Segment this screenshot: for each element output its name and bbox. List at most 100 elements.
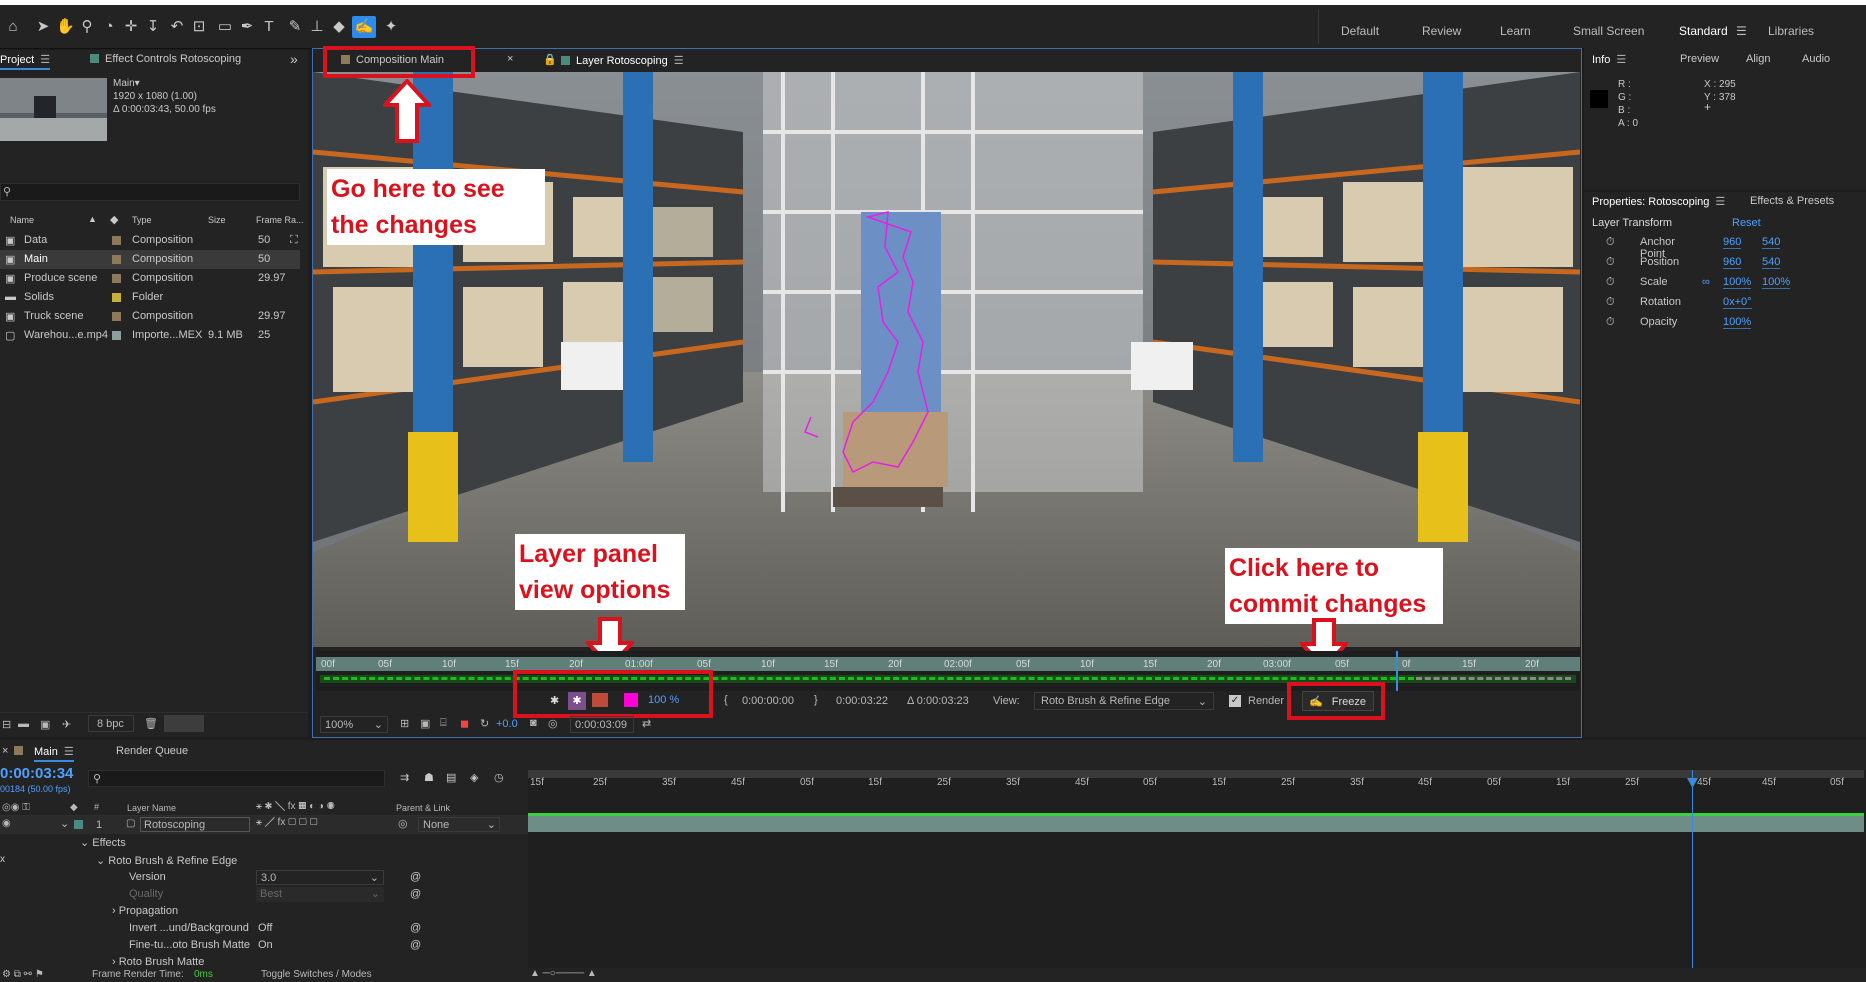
project-item[interactable]: ▣ Truck scene Composition 29.97 bbox=[0, 307, 300, 326]
workspace-standard[interactable]: Standard bbox=[1679, 24, 1728, 38]
prop-value-x[interactable]: 960 bbox=[1723, 236, 1742, 249]
layer-time-ruler[interactable] bbox=[316, 651, 1580, 691]
layer-row[interactable]: ◉ ⌄ 1 ▢ Rotoscoping ⚹ ╱ fx ▢ ▢ ▢ ◎ None ⌄ bbox=[0, 816, 528, 834]
footer-icons[interactable]: ⚙ ⧉ ⚯ ⚑ bbox=[2, 969, 44, 980]
pan-camera-icon[interactable]: ✛ bbox=[122, 18, 140, 36]
panel-overflow-icon[interactable]: » bbox=[290, 51, 298, 67]
bpc-button[interactable]: 8 bpc bbox=[88, 715, 134, 732]
work-area-bar[interactable] bbox=[528, 770, 1864, 778]
comp-mini-flowchart-icon[interactable]: ⇉ bbox=[400, 771, 409, 784]
effects-group[interactable]: ⌄ Effects bbox=[80, 836, 126, 849]
roto-brush-effect[interactable]: ⌄ Roto Brush & Refine Edge bbox=[96, 854, 237, 867]
visibility-icon[interactable]: ◉ bbox=[2, 818, 11, 829]
home-icon[interactable]: ⌂ bbox=[4, 18, 22, 36]
project-item[interactable]: ▣ Data Composition 50 ⛶ bbox=[0, 231, 300, 250]
layer-duration-bar[interactable] bbox=[528, 816, 1864, 832]
prop-value-x[interactable]: 100% bbox=[1723, 276, 1752, 289]
clone-stamp-icon[interactable]: ⊥ bbox=[308, 18, 326, 36]
timecode-display[interactable]: 0:00:03:34 bbox=[0, 765, 73, 782]
reset-exposure-icon[interactable]: ↻ bbox=[480, 717, 489, 730]
col-parent[interactable]: Parent & Link bbox=[396, 803, 450, 813]
show-snapshot-icon[interactable]: ◎ bbox=[548, 717, 558, 730]
col-size[interactable]: Size bbox=[208, 215, 226, 225]
magnification-dropdown[interactable]: 100% ⌄ bbox=[320, 716, 388, 733]
reset-link[interactable]: Reset bbox=[1732, 217, 1761, 229]
layer-label-swatch[interactable] bbox=[74, 820, 83, 829]
view-dropdown[interactable]: Roto Brush & Refine Edge ⌄ bbox=[1034, 692, 1214, 710]
flowchart-icon[interactable]: ⛶ bbox=[290, 234, 298, 247]
workspace-default[interactable]: Default bbox=[1341, 24, 1379, 38]
prop-invert-value[interactable]: Off bbox=[258, 922, 272, 934]
prop-value-y[interactable]: 540 bbox=[1762, 256, 1781, 269]
prop-value-y[interactable]: 540 bbox=[1762, 236, 1781, 249]
orbit-camera-icon[interactable]: ◔ bbox=[100, 18, 118, 36]
frame-blending-icon[interactable]: ◈ bbox=[470, 771, 478, 784]
current-time-indicator[interactable] bbox=[1396, 651, 1398, 691]
tab-info[interactable]: Info ☰ bbox=[1592, 53, 1626, 66]
sync-icon[interactable]: ⇄ bbox=[642, 717, 651, 730]
timeline-track-area[interactable] bbox=[528, 770, 1866, 968]
tab-properties[interactable]: Properties: Rotoscoping ☰ bbox=[1592, 195, 1725, 208]
roto-brush-matte-group[interactable]: › Roto Brush Matte bbox=[112, 956, 204, 968]
shy-layers-icon[interactable]: ▤ bbox=[446, 771, 456, 784]
expression-icon[interactable]: @ bbox=[410, 939, 421, 951]
col-frame-rate[interactable]: Frame Ra... bbox=[256, 215, 304, 225]
project-item[interactable]: ▣ Produce scene Composition 29.97 bbox=[0, 269, 300, 288]
pickwhip-icon[interactable]: ◎ bbox=[398, 817, 408, 830]
lock-icon[interactable]: 🔒 bbox=[543, 53, 557, 66]
adjust-icon[interactable]: ✈ bbox=[62, 718, 71, 731]
in-bracket-icon[interactable]: { bbox=[724, 694, 728, 706]
interpret-footage-icon[interactable]: ⊟ bbox=[2, 718, 11, 731]
grid-icon[interactable]: ▣ bbox=[420, 717, 430, 730]
project-search-input[interactable]: ⚲ bbox=[0, 183, 300, 201]
time-in[interactable]: 0:00:00:00 bbox=[742, 695, 794, 707]
selection-tool-icon[interactable]: ➤ bbox=[34, 18, 52, 36]
color-swatch-button[interactable] bbox=[164, 715, 204, 732]
out-bracket-icon[interactable]: } bbox=[814, 694, 818, 706]
col-layer-name[interactable]: Layer Name bbox=[127, 803, 176, 813]
rectangle-tool-icon[interactable]: ▭ bbox=[216, 18, 234, 36]
stopwatch-icon[interactable]: ⏱ bbox=[1606, 296, 1615, 309]
zoom-slider[interactable]: ▲ ─○──── ▲ bbox=[530, 968, 597, 979]
zoom-tool-icon[interactable]: ⚲ bbox=[78, 18, 96, 36]
comp-name[interactable]: Main▾ bbox=[113, 78, 140, 89]
prop-fine-tune-value[interactable]: On bbox=[258, 939, 273, 951]
prop-value[interactable]: 100% bbox=[1723, 316, 1752, 329]
new-comp-icon[interactable]: ▣ bbox=[40, 718, 50, 731]
project-item[interactable]: ▢ Warehou...e.mp4 Importe...MEX 9.1 MB 2… bbox=[0, 326, 300, 345]
time-out[interactable]: 0:00:03:22 bbox=[836, 695, 888, 707]
mask-icon[interactable]: ⌸ bbox=[440, 717, 447, 730]
expression-icon[interactable]: @ bbox=[410, 888, 421, 900]
project-item[interactable]: ▣ Main Composition 50 bbox=[0, 250, 300, 269]
tab-render-queue[interactable]: Render Queue bbox=[116, 745, 188, 757]
expression-icon[interactable]: @ bbox=[410, 922, 421, 934]
pan-behind-icon[interactable]: ⊡ bbox=[190, 18, 208, 36]
new-folder-icon[interactable]: ▬ bbox=[18, 718, 29, 730]
close-tab-icon[interactable]: × bbox=[507, 53, 513, 65]
workspace-libraries[interactable]: Libraries bbox=[1768, 24, 1814, 38]
trash-icon[interactable]: 🗑 bbox=[144, 717, 158, 730]
dolly-camera-icon[interactable]: ↧ bbox=[144, 18, 162, 36]
workspace-menu-icon[interactable]: ☰ bbox=[1736, 24, 1747, 38]
constrain-link-icon[interactable]: ∞ bbox=[1702, 276, 1710, 288]
type-tool-icon[interactable]: T bbox=[260, 18, 278, 36]
switches-row[interactable]: ⚹ ╱ fx ▢ ▢ ▢ bbox=[256, 817, 318, 828]
tab-effects-presets[interactable]: Effects & Presets bbox=[1750, 195, 1834, 207]
puppet-pin-icon[interactable]: ✦ bbox=[382, 18, 400, 36]
col-name[interactable]: Name bbox=[10, 215, 34, 225]
brush-tool-icon[interactable]: ✎ bbox=[286, 18, 304, 36]
close-timeline-icon[interactable]: × bbox=[2, 745, 8, 757]
tab-align[interactable]: Align bbox=[1746, 53, 1770, 65]
tab-effect-controls[interactable]: Effect Controls Rotoscoping bbox=[90, 53, 241, 65]
workspace-learn[interactable]: Learn bbox=[1500, 24, 1531, 38]
stopwatch-icon[interactable]: ⏱ bbox=[1606, 236, 1615, 249]
layer-name[interactable]: Rotoscoping bbox=[140, 817, 250, 832]
eraser-tool-icon[interactable]: ◆ bbox=[330, 18, 348, 36]
render-checkbox[interactable]: ✓ bbox=[1229, 695, 1241, 707]
propagation-group[interactable]: › Propagation bbox=[112, 905, 178, 917]
expand-chevron-icon[interactable]: ⌄ bbox=[60, 817, 69, 830]
rotate-tool-icon[interactable]: ↶ bbox=[168, 18, 186, 36]
section-layer-transform[interactable]: Layer Transform bbox=[1592, 217, 1672, 229]
tab-preview[interactable]: Preview bbox=[1680, 53, 1719, 65]
workspace-review[interactable]: Review bbox=[1422, 24, 1461, 38]
